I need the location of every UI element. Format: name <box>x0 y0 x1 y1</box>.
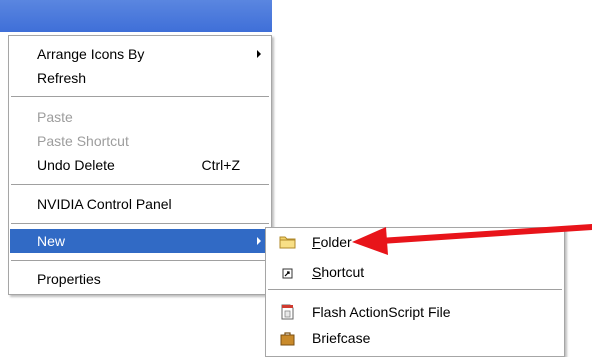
menu-item-undo-delete[interactable]: Undo Delete Ctrl+Z <box>10 153 270 177</box>
submenu-item-label: Briefcase <box>312 330 371 346</box>
menu-separator <box>11 96 269 97</box>
submenu-item-label: Flash ActionScript File <box>312 304 451 320</box>
menu-item-label: New <box>37 233 66 249</box>
desktop-background <box>0 0 272 32</box>
annotation-arrow-icon <box>352 224 592 255</box>
shortcut-icon <box>282 268 293 279</box>
menu-item-refresh[interactable]: Refresh <box>10 66 270 90</box>
menu-item-label: NVIDIA Control Panel <box>37 196 172 212</box>
menu-item-properties[interactable]: Properties <box>10 267 270 291</box>
submenu-arrow-icon <box>257 237 261 245</box>
folder-icon <box>279 236 296 249</box>
submenu-item-label: Shortcut <box>312 264 365 280</box>
menu-item-label: Refresh <box>37 70 87 86</box>
menu-item-paste-shortcut: Paste Shortcut <box>10 129 270 153</box>
menu-item-arrange-icons-by[interactable]: Arrange Icons By <box>10 42 270 66</box>
submenu-arrow-icon <box>257 50 261 58</box>
menu-separator <box>11 223 269 224</box>
actionscript-file-icon <box>281 304 294 320</box>
menu-item-label: Properties <box>37 271 101 287</box>
submenu-item-briefcase[interactable]: Briefcase <box>267 326 563 350</box>
menu-separator <box>11 184 269 185</box>
desktop-context-menu: Arrange Icons By Refresh Paste Paste Sho… <box>8 35 272 295</box>
submenu-item-label: Folder <box>312 234 352 250</box>
menu-item-label: Paste Shortcut <box>37 133 129 149</box>
menu-separator <box>268 289 562 290</box>
menu-item-label: Arrange Icons By <box>37 46 145 62</box>
menu-item-nvidia-control-panel[interactable]: NVIDIA Control Panel <box>10 192 270 216</box>
briefcase-icon <box>280 332 295 346</box>
menu-item-new[interactable]: New <box>10 229 270 253</box>
menu-item-label: Undo Delete <box>37 157 115 173</box>
menu-item-shortcut: Ctrl+Z <box>201 157 241 173</box>
menu-separator <box>11 260 269 261</box>
menu-item-paste: Paste <box>10 105 270 129</box>
menu-item-label: Paste <box>37 109 73 125</box>
submenu-item-flash-actionscript-file[interactable]: Flash ActionScript File <box>267 300 563 324</box>
